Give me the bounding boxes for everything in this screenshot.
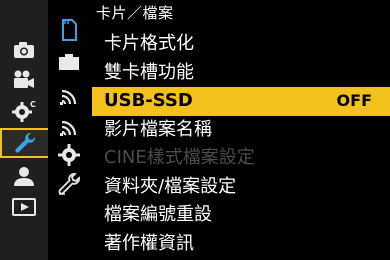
menu-item-label: 檔案編號重設: [104, 204, 212, 225]
menu-item-label: 雙卡槽功能: [104, 61, 194, 83]
menu-item-usb-ssd[interactable]: USB-SSD OFF: [92, 87, 390, 116]
wrench-setup-icon[interactable]: [0, 128, 48, 158]
main-category-column: C: [0, 0, 48, 260]
setup-menu-screen: C 卡片／檔案 卡片格式化 雙卡槽功能 USB-SSD OFF 影片檔案名稱 C…: [0, 0, 390, 260]
page-title: 卡片／檔案: [96, 4, 174, 22]
menu-item-label: 資料夾/檔案設定: [104, 175, 237, 197]
menu-item-label: 著作權資訊: [104, 232, 194, 254]
settings-menu-list: 卡片格式化 雙卡槽功能 USB-SSD OFF 影片檔案名稱 CINE樣式檔案設…: [92, 30, 390, 258]
monitor-display-icon[interactable]: [48, 48, 90, 76]
video-camera-icon[interactable]: [0, 66, 48, 94]
menu-item-cine-style-file: CINE樣式檔案設定: [92, 144, 390, 173]
menu-item-double-card-slot[interactable]: 雙卡槽功能: [92, 59, 390, 88]
menu-item-label: 卡片格式化: [104, 33, 194, 54]
playback-icon[interactable]: [0, 193, 48, 221]
gear-settings-icon[interactable]: [48, 141, 90, 169]
svg-text:C: C: [30, 100, 36, 109]
wrench-tool-icon[interactable]: [48, 170, 90, 198]
menu-item-card-format[interactable]: 卡片格式化: [92, 30, 390, 59]
gear-custom-icon[interactable]: C: [0, 97, 48, 125]
wireless-signal-2-icon[interactable]: [48, 111, 90, 139]
menu-item-label: USB-SSD: [104, 90, 193, 111]
sub-tab-column: [48, 0, 90, 260]
sd-card-icon[interactable]: [48, 16, 90, 44]
camera-icon[interactable]: [0, 36, 48, 64]
menu-item-label: 影片檔案名稱: [104, 118, 212, 140]
menu-item-video-file-name[interactable]: 影片檔案名稱: [92, 116, 390, 145]
wireless-signal-icon[interactable]: [48, 80, 90, 108]
menu-item-copyright-info[interactable]: 著作權資訊: [92, 230, 390, 259]
menu-item-value: OFF: [336, 91, 372, 110]
menu-item-folder-file-settings[interactable]: 資料夾/檔案設定: [92, 173, 390, 202]
person-my-menu-icon[interactable]: [0, 162, 48, 190]
menu-item-file-number-reset[interactable]: 檔案編號重設: [92, 201, 390, 230]
menu-item-label: CINE樣式檔案設定: [104, 147, 255, 168]
